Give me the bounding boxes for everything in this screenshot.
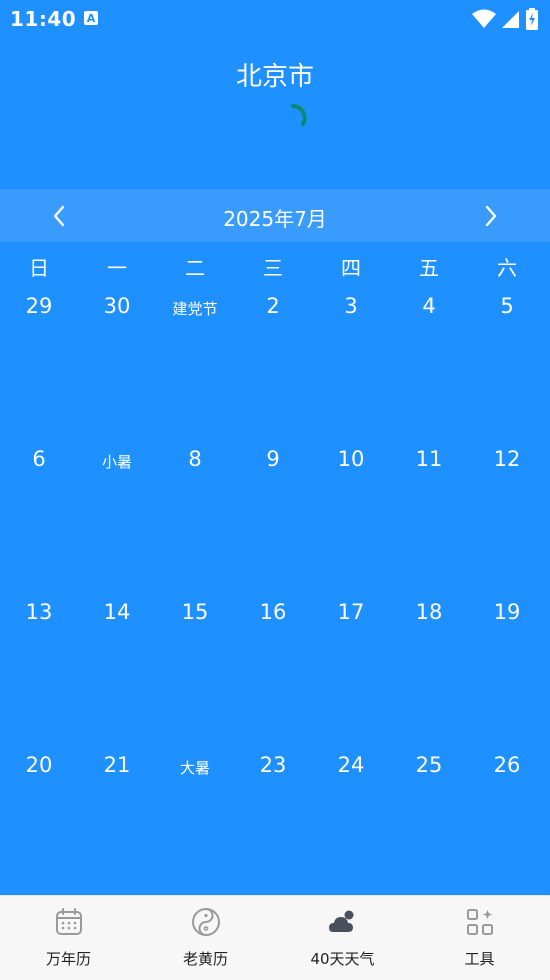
chevron-right-icon	[485, 205, 497, 227]
weekday-thu: 四	[341, 256, 361, 280]
city-title: 北京市	[235, 62, 314, 92]
nav-calendar-label: 万年历	[45, 950, 91, 968]
weekday-sat: 六	[497, 256, 517, 280]
notification-a-icon: A	[84, 11, 98, 25]
nav-weather-label: 40天天气	[310, 950, 375, 968]
weekday-tue: 二	[185, 256, 205, 280]
calendar-day[interactable]: 23	[234, 753, 312, 777]
calendar-day[interactable]: 20	[0, 753, 78, 777]
calendar-day[interactable]: 30	[78, 294, 156, 318]
status-time: 11:40	[10, 7, 77, 31]
calendar-day[interactable]: 5	[468, 294, 546, 318]
calendar-day[interactable]: 4	[390, 294, 468, 318]
weekday-fri: 五	[419, 256, 439, 280]
calendar-day[interactable]: 11	[390, 447, 468, 471]
weekday-wed: 三	[263, 256, 283, 280]
calendar-day[interactable]: 3	[312, 294, 390, 318]
calendar-day[interactable]: 29	[0, 294, 78, 318]
signal-icon	[502, 11, 519, 28]
calendar-day[interactable]: 16	[234, 600, 312, 624]
calendar-day[interactable]: 25	[390, 753, 468, 777]
nav-almanac[interactable]: 老黄历	[137, 896, 274, 980]
calendar-day[interactable]: 6	[0, 447, 78, 471]
nav-almanac-label: 老黄历	[182, 950, 228, 968]
calendar-day[interactable]: 8	[156, 447, 234, 471]
weekday-sun: 日	[29, 256, 49, 280]
loading-spinner-icon	[291, 104, 307, 126]
calendar-day[interactable]: 13	[0, 600, 78, 624]
tools-grid-icon	[467, 909, 493, 935]
calendar-day[interactable]: 18	[390, 600, 468, 624]
nav-tools-label: 工具	[464, 950, 495, 968]
calendar-day-festival[interactable]: 建党节	[156, 298, 234, 319]
nav-weather[interactable]: 40天天气	[274, 896, 411, 980]
nav-calendar[interactable]: 万年历	[0, 896, 137, 980]
calendar-icon	[56, 908, 82, 935]
next-month-button[interactable]	[474, 199, 508, 233]
nav-tools[interactable]: 工具	[411, 896, 548, 980]
calendar-day[interactable]: 12	[468, 447, 546, 471]
status-bar: 11:40 A	[0, 0, 550, 38]
calendar-day[interactable]: 24	[312, 753, 390, 777]
calendar-day[interactable]: 26	[468, 753, 546, 777]
calendar-day[interactable]: 2	[234, 294, 312, 318]
month-bar: 2025年7月	[0, 189, 550, 242]
calendar-day[interactable]: 15	[156, 600, 234, 624]
weekday-mon: 一	[107, 256, 127, 280]
wifi-icon	[472, 9, 496, 28]
bottom-nav: 万年历 老黄历 40天天气 工具	[0, 895, 550, 980]
calendar-day[interactable]: 19	[468, 600, 546, 624]
battery-icon	[526, 8, 538, 30]
month-title: 2025年7月	[223, 207, 327, 231]
calendar-day[interactable]: 14	[78, 600, 156, 624]
cloud-sun-icon	[329, 910, 354, 932]
status-icons	[472, 8, 538, 30]
calendar-day-solar-term[interactable]: 大暑	[156, 757, 234, 778]
calendar-day-solar-term[interactable]: 小暑	[78, 451, 156, 472]
calendar-day[interactable]: 9	[234, 447, 312, 471]
calendar-day[interactable]: 21	[78, 753, 156, 777]
yin-yang-icon	[192, 908, 220, 936]
calendar-day[interactable]: 17	[312, 600, 390, 624]
weekday-header: 日 一 二 三 四 五 六	[0, 252, 550, 282]
calendar-day[interactable]: 10	[312, 447, 390, 471]
